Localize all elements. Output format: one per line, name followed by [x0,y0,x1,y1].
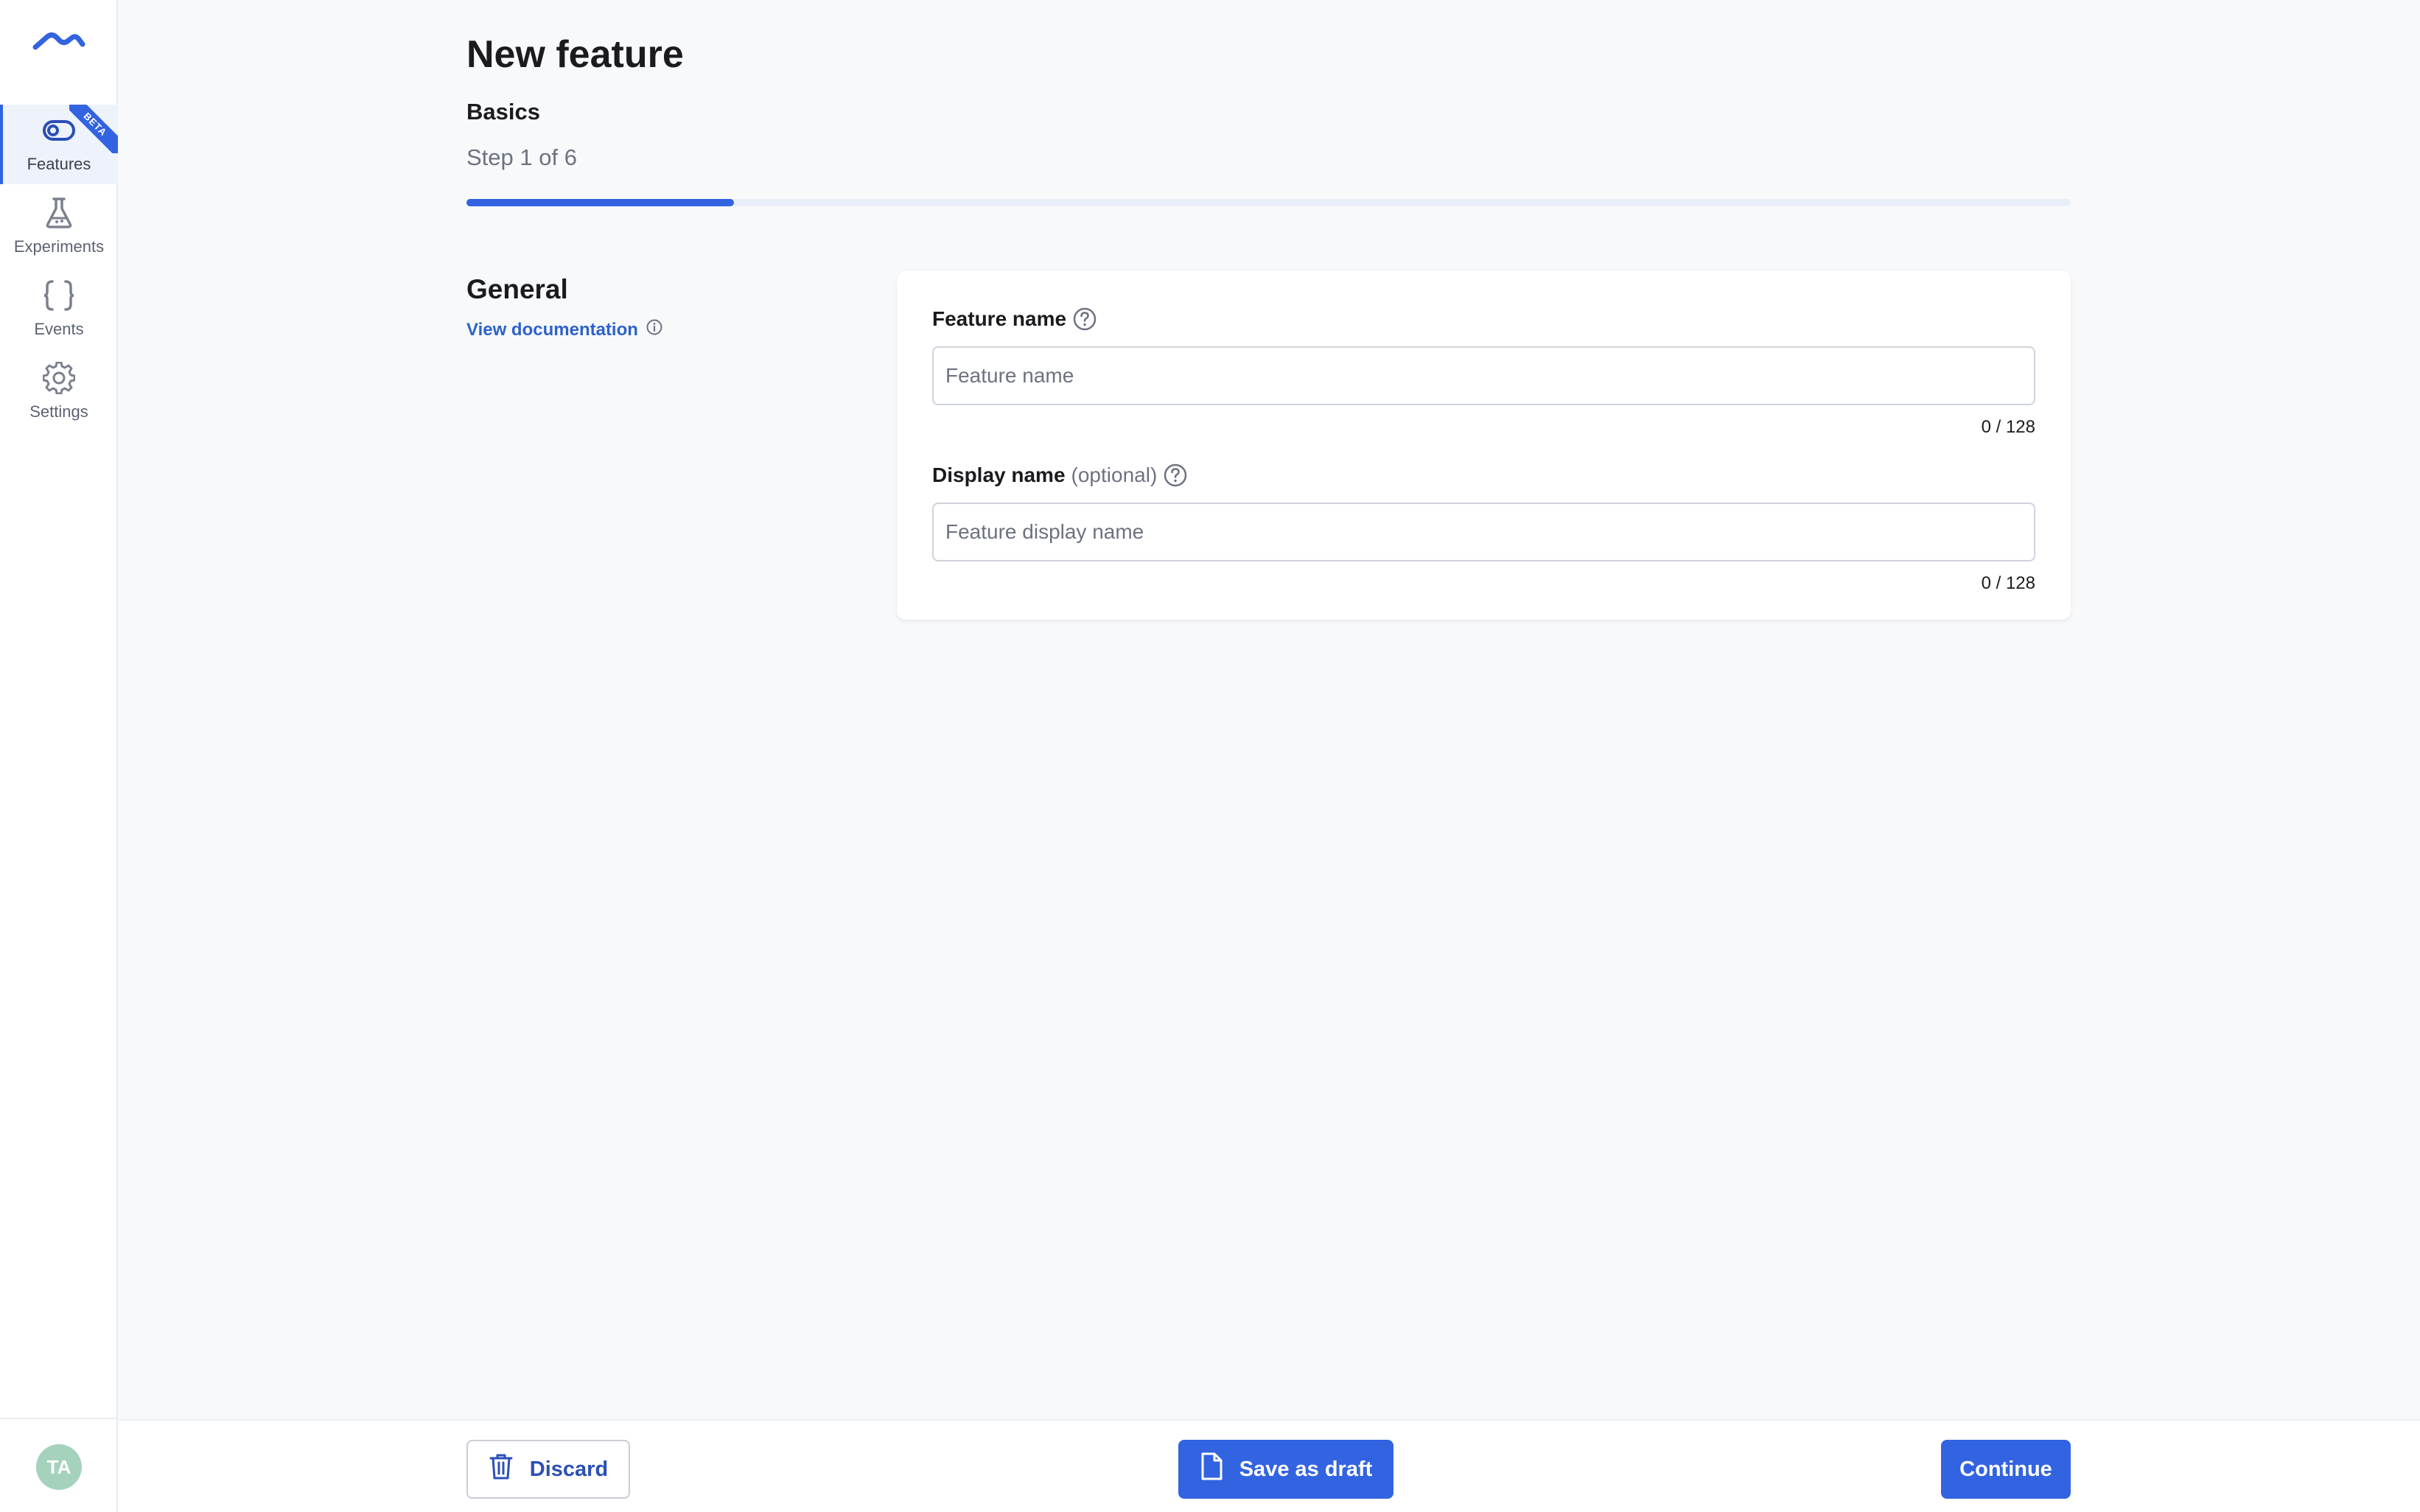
display-name-input[interactable] [932,503,2035,561]
display-name-label: Display name (optional) [932,463,1188,488]
sidebar-item-label: Settings [29,402,88,421]
sidebar-item-settings[interactable]: Settings [0,352,118,432]
save-as-draft-button[interactable]: Save as draft [1178,1440,1393,1499]
sidebar-divider [0,1418,118,1419]
avatar[interactable]: TA [36,1444,82,1490]
beta-badge: BETA [69,105,118,153]
help-icon[interactable] [1072,307,1097,332]
braces-icon [41,277,77,314]
feature-name-counter: 0 / 128 [1981,417,2035,437]
sidebar-item-features[interactable]: BETA Features [0,105,118,184]
gear-icon [41,360,77,396]
trash-icon [489,1452,514,1486]
discard-button-label: Discard [529,1457,609,1481]
step-count: Step 1 of 6 [466,144,577,170]
view-documentation-label: View documentation [466,319,638,340]
app-logo-icon[interactable] [31,28,87,57]
feature-name-label-text: Feature name [932,307,1067,330]
sidebar-item-events[interactable]: Events [0,270,118,349]
sidebar: BETA Features Experiments Events Setting… [0,0,118,1512]
save-as-draft-label: Save as draft [1239,1457,1373,1481]
step-progress-fill [466,199,734,206]
step-progress-bar [466,199,2071,206]
footer-action-bar: Discard Save as draft Continue [118,1419,2420,1512]
general-form-card: Feature name 0 / 128 Display name (optio… [897,271,2071,620]
section-title: General [466,274,568,304]
display-name-counter: 0 / 128 [1981,573,2035,593]
sidebar-item-experiments[interactable]: Experiments [0,187,118,267]
feature-name-input[interactable] [932,346,2035,405]
info-icon [646,318,663,341]
document-icon [1200,1452,1223,1487]
flask-icon [41,195,77,231]
discard-button[interactable]: Discard [466,1440,630,1499]
view-documentation-link[interactable]: View documentation [466,318,663,341]
sidebar-item-label: Experiments [13,237,105,256]
sidebar-item-label: Events [34,320,84,338]
optional-hint: (optional) [1071,463,1158,486]
sidebar-item-label: Features [27,155,91,173]
feature-name-label: Feature name [932,307,1097,332]
page-title: New feature [466,33,684,76]
display-name-label-text: Display name [932,463,1066,486]
continue-button[interactable]: Continue [1941,1440,2071,1499]
help-icon[interactable] [1163,463,1188,488]
step-name: Basics [466,99,540,125]
